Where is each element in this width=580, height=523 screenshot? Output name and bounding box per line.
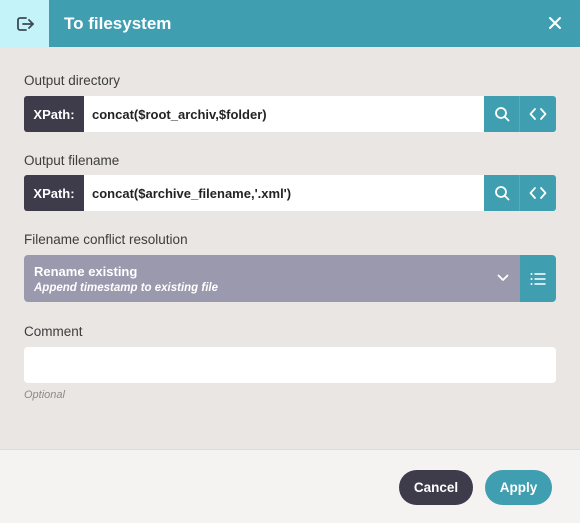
selected-option-description: Append timestamp to existing file — [34, 281, 219, 294]
code-icon[interactable] — [520, 96, 556, 132]
dialog-title: To filesystem — [64, 13, 172, 33]
cancel-button[interactable]: Cancel — [399, 470, 473, 505]
conflict-resolution-label: Filename conflict resolution — [24, 232, 188, 247]
conflict-resolution-select: Rename existing Append timestamp to exis… — [24, 255, 556, 302]
apply-button[interactable]: Apply — [485, 470, 552, 505]
output-directory-label: Output directory — [24, 73, 121, 88]
xpath-tag: XPath: — [24, 175, 84, 211]
comment-input[interactable] — [24, 347, 556, 383]
output-filename-field: XPath: concat($archive_filename,'.xml') — [24, 175, 556, 211]
to-filesystem-dialog: To filesystem Output directory XPath: co… — [0, 0, 580, 523]
search-icon[interactable] — [484, 96, 520, 132]
export-icon — [0, 0, 49, 47]
output-directory-field: XPath: concat($root_archiv,$folder) — [24, 96, 556, 132]
output-directory-input[interactable]: concat($root_archiv,$folder) — [84, 96, 484, 132]
dialog-footer: Cancel Apply — [0, 449, 580, 523]
xpath-tag: XPath: — [24, 96, 84, 132]
search-icon[interactable] — [484, 175, 520, 211]
chevron-down-icon[interactable] — [496, 271, 510, 285]
output-filename-label: Output filename — [24, 153, 120, 168]
conflict-resolution-dropdown[interactable]: Rename existing Append timestamp to exis… — [24, 255, 520, 302]
output-filename-input[interactable]: concat($archive_filename,'.xml') — [84, 175, 484, 211]
dialog-header: To filesystem — [0, 0, 580, 47]
close-icon[interactable] — [544, 12, 566, 34]
comment-helper-text: Optional — [24, 389, 65, 401]
comment-label: Comment — [24, 324, 83, 339]
list-icon[interactable] — [520, 255, 556, 302]
code-icon[interactable] — [520, 175, 556, 211]
selected-option-title: Rename existing — [34, 263, 138, 279]
